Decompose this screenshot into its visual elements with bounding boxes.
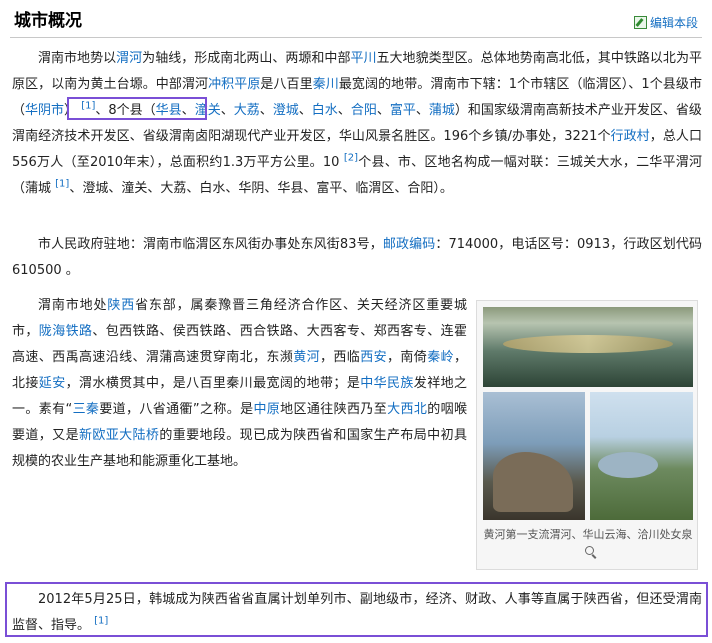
text: 要道，八省通衢”之称。是 [99, 402, 254, 417]
edit-section-label: 编辑本段 [649, 16, 698, 30]
photo-weihe[interactable] [483, 307, 693, 387]
link-postal-code[interactable]: 邮政编码 [383, 237, 436, 252]
text: 地区通往陕西乃至 [280, 402, 388, 417]
magnify-icon[interactable] [584, 546, 594, 555]
link-weihe[interactable]: 渭河 [116, 51, 142, 66]
reference-2[interactable]: [2] [344, 153, 358, 164]
link-zhongyuan[interactable]: 中原 [253, 402, 280, 417]
link-alluvial-plain[interactable]: 冲积平原 [208, 77, 260, 92]
text: ，南倚 [387, 350, 428, 365]
text: ，西临 [320, 350, 361, 365]
sandbar [503, 335, 673, 353]
text: 、 [220, 103, 234, 118]
link-yanan[interactable]: 延安 [39, 376, 66, 391]
link-longhai-railway[interactable]: 陇海铁路 [39, 324, 93, 339]
photo-huashan[interactable] [483, 392, 585, 520]
highlight-box-county-city [67, 97, 207, 120]
text: 、 [376, 103, 390, 118]
pond [598, 452, 658, 478]
text: 、 [259, 103, 273, 118]
link-heyang[interactable]: 合阳 [351, 103, 377, 118]
text: 最宽阔的地带。渭南市下辖：1个市辖区（临渭区）、 [338, 77, 642, 92]
link-shaanxi[interactable]: 陕西 [107, 298, 135, 313]
photo-qiachuan[interactable] [590, 392, 693, 520]
link-pingchuan[interactable]: 平川 [350, 51, 376, 66]
section-header: 城市概况 编辑本段 [10, 0, 702, 38]
text: ，渭水横贯其中，是八百里秦川最宽阔的地带；是 [65, 376, 361, 391]
highlight-box-hancheng [5, 582, 708, 637]
text: 渭南市地势以 [38, 51, 117, 66]
photo-gallery: 黄河第一支流渭河、华山云海、洽川处女泉 [476, 300, 698, 570]
photo-caption: 黄河第一支流渭河、华山云海、洽川处女泉 [483, 527, 693, 559]
text: 为轴线，形成南北两山、两塬和中部 [142, 51, 351, 66]
text: 渭南市地处 [38, 298, 108, 313]
text: 市人民政府驻地：渭南市临渭区东风街办事处东风街83号， [38, 237, 383, 252]
text: 、 [337, 103, 351, 118]
link-eurasian-landbridge[interactable]: 新欧亚大陆桥 [79, 428, 159, 443]
link-admin-village[interactable]: 行政村 [611, 129, 650, 144]
text: 、 [298, 103, 312, 118]
link-chinese-nation[interactable]: 中华民族 [360, 376, 414, 391]
link-qinling[interactable]: 秦岭 [427, 350, 454, 365]
link-dali[interactable]: 大荔 [234, 103, 260, 118]
link-xian[interactable]: 西安 [360, 350, 387, 365]
link-huayin[interactable]: 华阴市 [25, 103, 64, 118]
link-baishui[interactable]: 白水 [312, 103, 338, 118]
text: 是八百里 [260, 77, 313, 92]
link-yellow-river[interactable]: 黄河 [293, 350, 320, 365]
paragraph-location: 渭南市地处陕西省东部，属秦豫晋三角经济合作区、关天经济区重要城市，陇海铁路、包西… [12, 293, 467, 475]
section-title: 城市概况 [14, 11, 82, 31]
article-section: 城市概况 编辑本段 渭南市地势以渭河为轴线，形成南北两山、两塬和中部平川五大地貌… [0, 0, 712, 643]
text: 、 [415, 103, 429, 118]
text: 、澄城、潼关、大荔、白水、华阴、华县、富平、临渭区、合阳）。 [69, 181, 453, 196]
link-sanqin[interactable]: 三秦 [72, 402, 99, 417]
link-fuping[interactable]: 富平 [390, 103, 416, 118]
reference-1b[interactable]: [1] [55, 179, 69, 190]
edit-icon [633, 16, 647, 29]
rock [493, 452, 573, 512]
link-pucheng[interactable]: 蒲城 [429, 103, 455, 118]
link-northwest[interactable]: 大西北 [387, 402, 427, 417]
edit-section-link[interactable]: 编辑本段 [633, 14, 698, 31]
caption-text: 黄河第一支流渭河、华山云海、洽川处女泉 [483, 528, 693, 541]
link-qinchuan[interactable]: 秦川 [313, 77, 339, 92]
paragraph-government: 市人民政府驻地：渭南市临渭区东风街办事处东风街83号，邮政编码：714000，电… [12, 232, 702, 284]
paragraph-terrain: 渭南市地势以渭河为轴线，形成南北两山、两塬和中部平川五大地貌类型区。总体地势南高… [12, 46, 702, 202]
link-chengcheng[interactable]: 澄城 [273, 103, 299, 118]
